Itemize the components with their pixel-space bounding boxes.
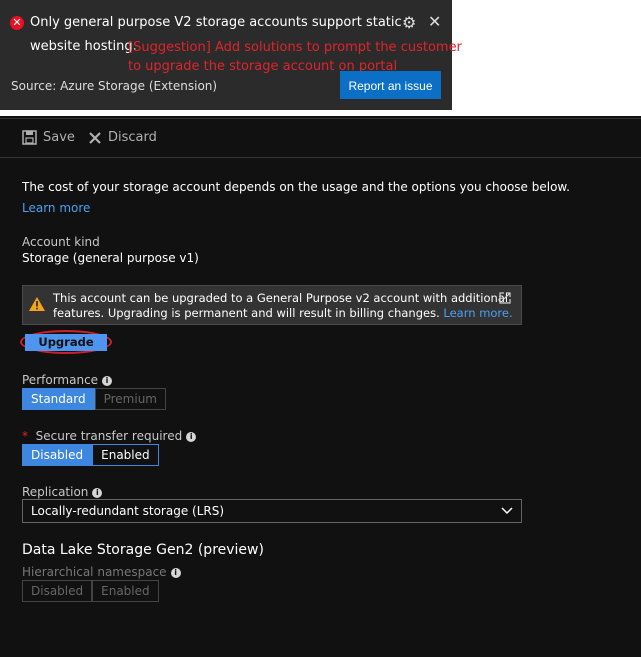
discard-label: Discard xyxy=(108,130,157,145)
external-link-icon[interactable] xyxy=(499,292,511,304)
data-lake-heading: Data Lake Storage Gen2 (preview) xyxy=(22,542,264,558)
replication-value: Locally-redundant storage (LRS) xyxy=(31,504,225,518)
notification-message-line2: website hosting. xyxy=(30,39,137,54)
upgrade-learn-more-link[interactable]: Learn more. xyxy=(443,306,512,320)
save-icon xyxy=(22,130,37,145)
chevron-down-icon xyxy=(501,507,513,515)
hierarchical-namespace-label: Hierarchical namespace xyxy=(22,565,167,579)
performance-option-premium[interactable]: Premium xyxy=(94,388,166,410)
performance-option-standard[interactable]: Standard xyxy=(22,388,95,410)
learn-more-link[interactable]: Learn more xyxy=(22,201,90,215)
notification-toast: ✕ Only general purpose V2 storage accoun… xyxy=(0,0,462,110)
upgrade-notice-line2: features. Upgrading is permanent and wil… xyxy=(53,306,440,320)
hierarchical-namespace-label-wrap: Hierarchical namespace i xyxy=(22,565,181,579)
warning-icon xyxy=(29,297,45,311)
account-kind-value: Storage (general purpose v1) xyxy=(22,251,199,265)
secure-transfer-option-enabled[interactable]: Enabled xyxy=(92,444,159,466)
intro-text: The cost of your storage account depends… xyxy=(22,180,570,194)
secure-transfer-toggle: Disabled Enabled xyxy=(22,444,159,466)
hierarchical-namespace-toggle: Disabled Enabled xyxy=(22,580,159,602)
info-icon[interactable]: i xyxy=(102,375,113,386)
upgrade-button[interactable]: Upgrade xyxy=(25,334,107,351)
replication-label-wrap: Replication i xyxy=(22,485,103,499)
secure-transfer-option-disabled[interactable]: Disabled xyxy=(22,444,93,466)
suggestion-annotation-line1: [Suggestion] Add solutions to prompt the… xyxy=(128,40,462,55)
info-icon[interactable]: i xyxy=(92,487,103,498)
toolbar: Save Discard xyxy=(0,118,641,158)
performance-label: Performance xyxy=(22,373,99,387)
save-label: Save xyxy=(43,130,75,145)
secure-transfer-label-wrap: * Secure transfer required i xyxy=(22,429,197,443)
replication-label: Replication xyxy=(22,485,89,499)
upgrade-notice: This account can be upgraded to a Genera… xyxy=(22,285,522,325)
save-button[interactable]: Save xyxy=(22,130,75,145)
performance-label-wrap: Performance i xyxy=(22,373,113,387)
info-icon: i xyxy=(170,567,181,578)
discard-icon xyxy=(89,131,101,144)
upgrade-notice-line2-wrap: features. Upgrading is permanent and wil… xyxy=(53,306,513,320)
gear-icon[interactable]: ⚙ xyxy=(402,13,416,32)
discard-button[interactable]: Discard xyxy=(88,130,157,145)
notification-message-line1: Only general purpose V2 storage accounts… xyxy=(30,15,402,30)
replication-dropdown[interactable]: Locally-redundant storage (LRS) xyxy=(22,499,522,523)
hierarchical-namespace-option-disabled: Disabled xyxy=(22,580,93,602)
account-kind-label: Account kind xyxy=(22,235,100,249)
error-icon: ✕ xyxy=(10,16,24,30)
performance-toggle: Standard Premium xyxy=(22,388,166,410)
hierarchical-namespace-option-enabled: Enabled xyxy=(92,580,159,602)
secure-transfer-label: Secure transfer required xyxy=(35,429,183,443)
upgrade-notice-line1: This account can be upgraded to a Genera… xyxy=(53,291,509,305)
close-icon[interactable]: ✕ xyxy=(428,12,441,31)
info-icon[interactable]: i xyxy=(186,431,197,442)
notification-source: Source: Azure Storage (Extension) xyxy=(11,79,218,93)
report-issue-button[interactable]: Report an issue xyxy=(340,71,441,99)
required-marker: * xyxy=(22,429,28,443)
